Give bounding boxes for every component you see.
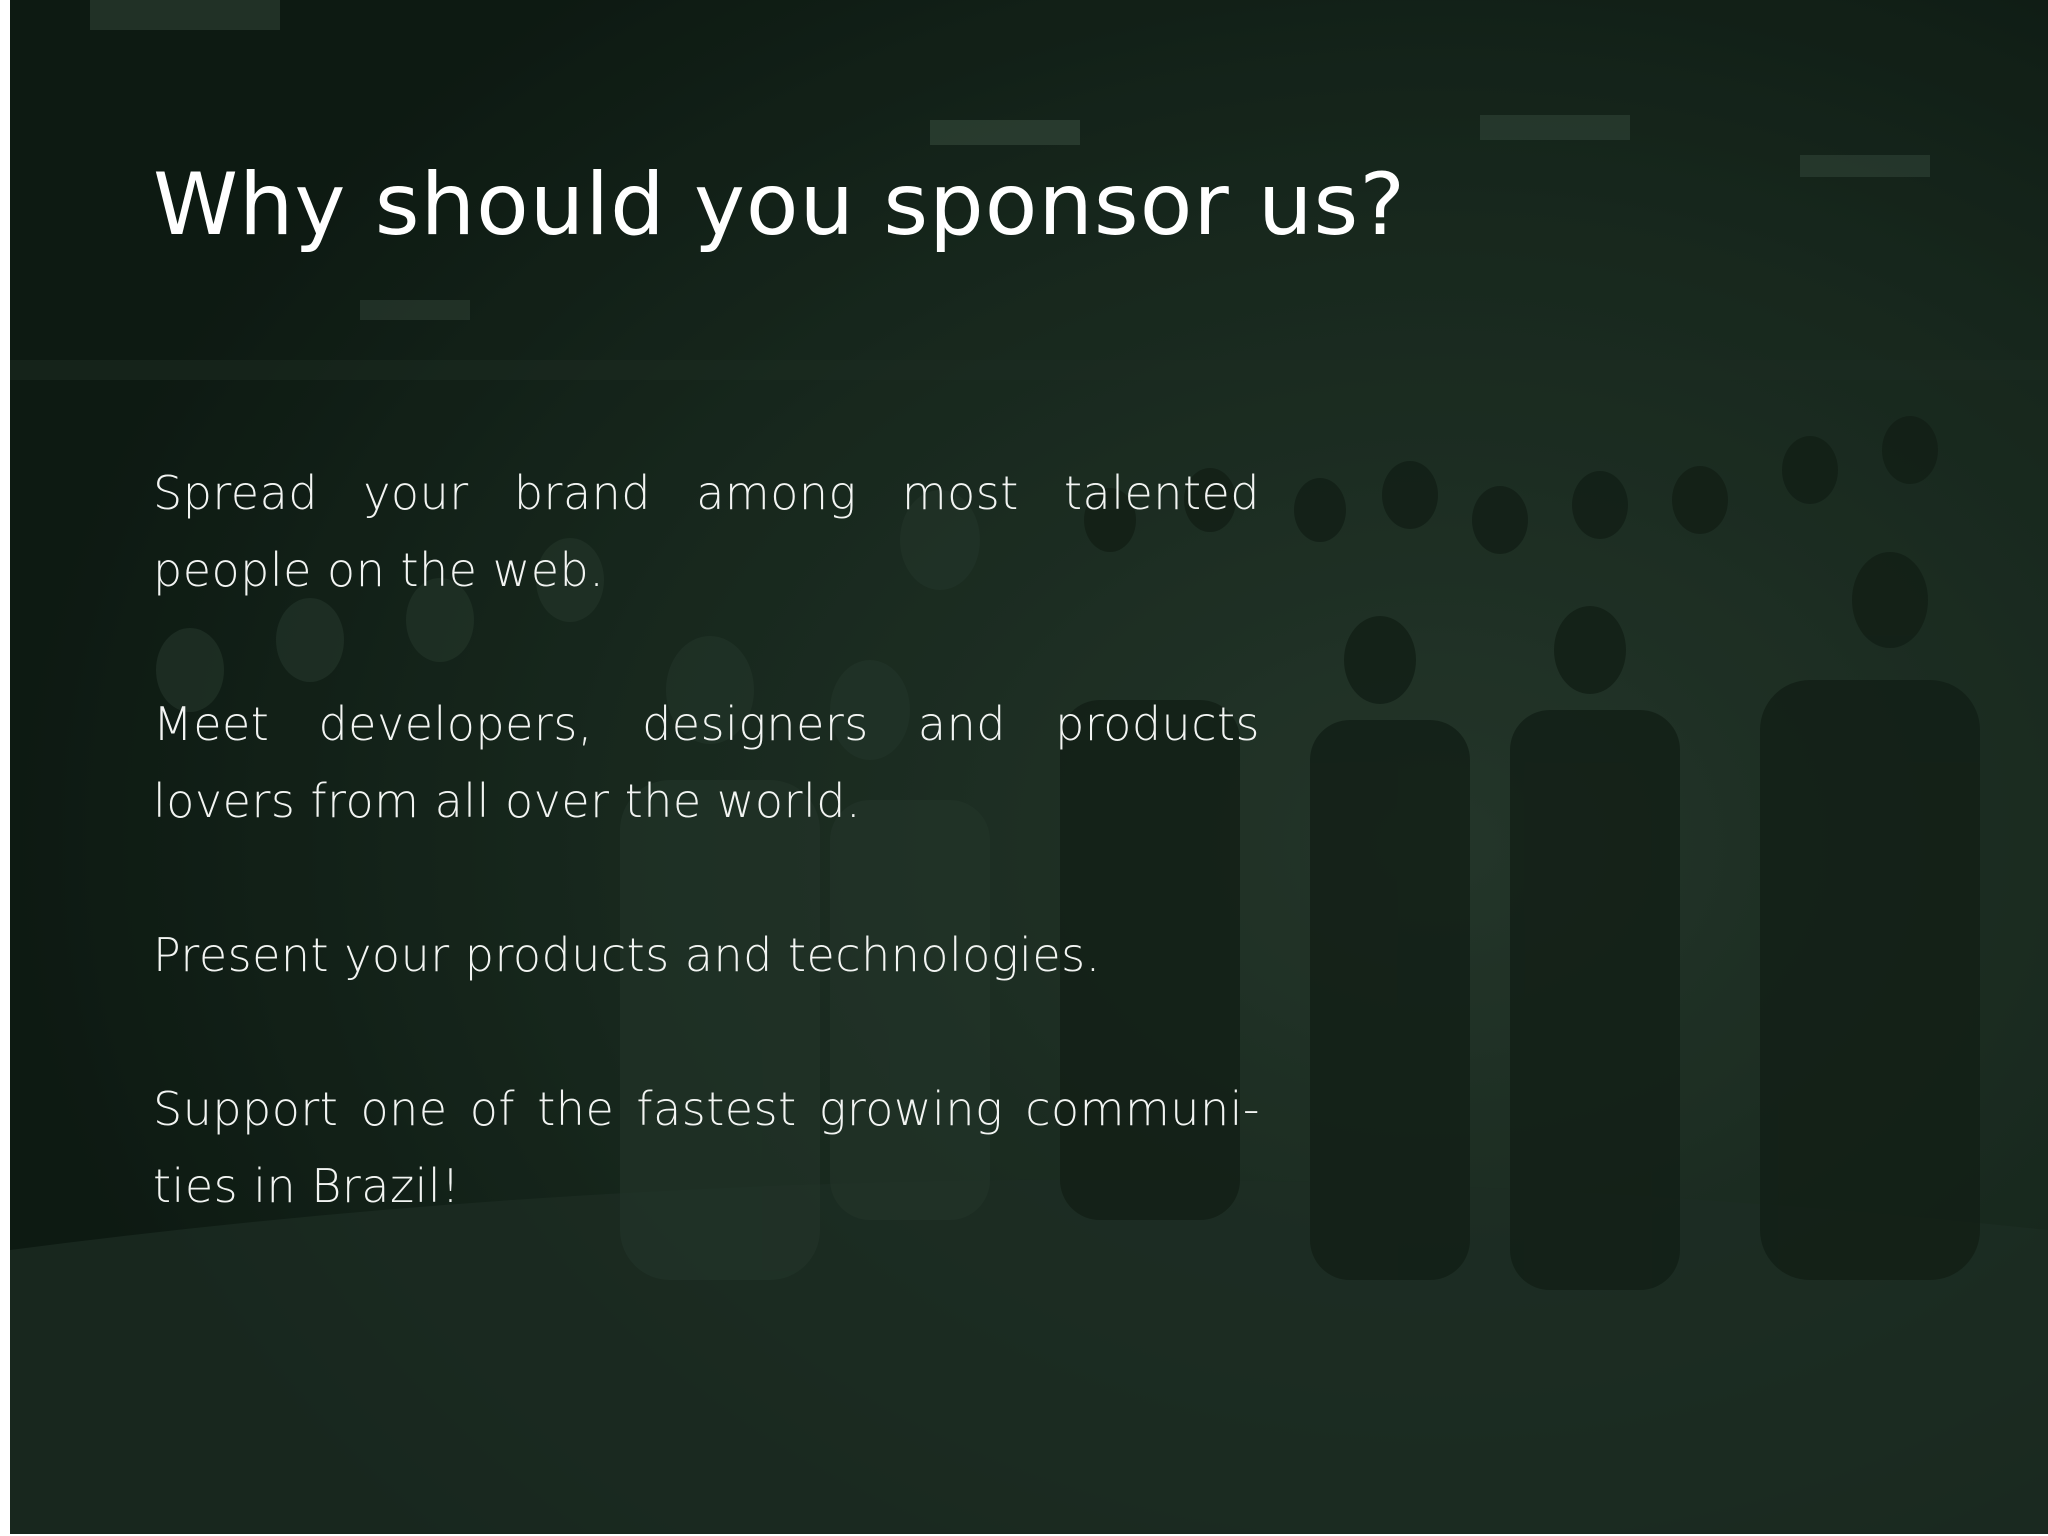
- benefit-item: Present your products and technologies.: [153, 928, 1101, 982]
- slide: Why should you sponsor us? Spread your b…: [10, 0, 2048, 1534]
- benefit-item: Support one of the fastest growing commu…: [153, 1082, 1260, 1213]
- slide-title: Why should you sponsor us?: [153, 155, 1406, 255]
- benefit-item: Meet developers, designers and products …: [153, 697, 1260, 828]
- benefit-item: Spread your brand among most talented pe…: [153, 466, 1260, 597]
- benefits-list: Spread your brand among most talented pe…: [153, 455, 1260, 1225]
